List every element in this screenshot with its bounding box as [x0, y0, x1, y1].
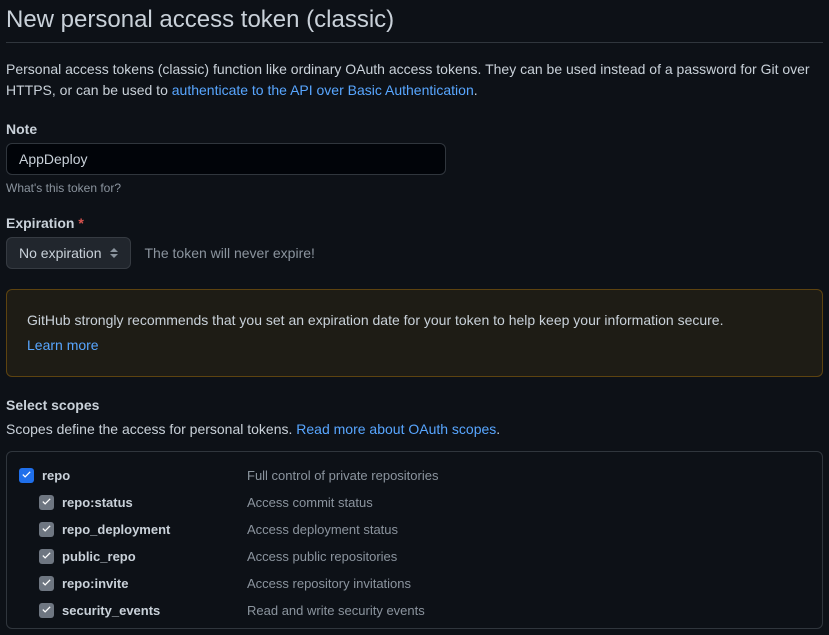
- expiration-inline-help: The token will never expire!: [145, 245, 315, 261]
- scopes-desc-text: Scopes define the access for personal to…: [6, 421, 296, 437]
- warning-text: GitHub strongly recommends that you set …: [27, 312, 723, 328]
- scope-name-security-events[interactable]: security_events: [62, 603, 247, 618]
- note-label: Note: [6, 121, 823, 137]
- scope-name-repo-invite[interactable]: repo:invite: [62, 576, 247, 591]
- scope-desc-repo: Full control of private repositories: [247, 468, 438, 483]
- expiration-group: Expiration * No expiration The token wil…: [6, 215, 823, 269]
- checkmark-icon: [41, 524, 52, 535]
- expiration-label-text: Expiration: [6, 215, 74, 231]
- intro-paragraph: Personal access tokens (classic) functio…: [6, 59, 823, 101]
- page-title: New personal access token (classic): [6, 6, 823, 43]
- note-group: Note What's this token for?: [6, 121, 823, 195]
- scope-name-repo-status[interactable]: repo:status: [62, 495, 247, 510]
- scope-row-repo-deployment: repo_deployment Access deployment status: [19, 516, 810, 543]
- select-chevron-icon: [110, 248, 118, 258]
- scope-checkbox-repo-invite[interactable]: [39, 576, 54, 591]
- scopes-desc-period: .: [496, 421, 500, 437]
- select-scopes-header: Select scopes: [6, 397, 823, 413]
- expiration-label: Expiration *: [6, 215, 823, 231]
- auth-api-link[interactable]: authenticate to the API over Basic Authe…: [172, 82, 474, 98]
- note-help: What's this token for?: [6, 181, 823, 195]
- scope-checkbox-repo-deployment[interactable]: [39, 522, 54, 537]
- scope-checkbox-repo-status[interactable]: [39, 495, 54, 510]
- scope-desc-repo-deployment: Access deployment status: [247, 522, 398, 537]
- scope-desc-repo-invite: Access repository invitations: [247, 576, 411, 591]
- checkmark-icon: [41, 578, 52, 589]
- checkmark-icon: [41, 497, 52, 508]
- scope-name-repo[interactable]: repo: [42, 468, 247, 483]
- scopes-box: repo Full control of private repositorie…: [6, 451, 823, 629]
- note-input[interactable]: [6, 143, 446, 175]
- scope-checkbox-public-repo[interactable]: [39, 549, 54, 564]
- checkmark-icon: [41, 551, 52, 562]
- select-scopes-desc: Scopes define the access for personal to…: [6, 421, 823, 437]
- required-asterisk: *: [78, 215, 83, 231]
- checkmark-icon: [41, 605, 52, 616]
- expiration-selected-value: No expiration: [19, 245, 102, 261]
- scope-desc-public-repo: Access public repositories: [247, 549, 397, 564]
- scope-row-repo-status: repo:status Access commit status: [19, 489, 810, 516]
- scope-desc-repo-status: Access commit status: [247, 495, 373, 510]
- expiration-warning: GitHub strongly recommends that you set …: [6, 289, 823, 377]
- scope-name-repo-deployment[interactable]: repo_deployment: [62, 522, 247, 537]
- scope-row-security-events: security_events Read and write security …: [19, 597, 810, 624]
- scope-row-public-repo: public_repo Access public repositories: [19, 543, 810, 570]
- scope-checkbox-repo[interactable]: [19, 468, 34, 483]
- scope-desc-security-events: Read and write security events: [247, 603, 425, 618]
- warning-learn-more-link[interactable]: Learn more: [27, 335, 99, 356]
- scope-row-repo-invite: repo:invite Access repository invitation…: [19, 570, 810, 597]
- scope-name-public-repo[interactable]: public_repo: [62, 549, 247, 564]
- expiration-select[interactable]: No expiration: [6, 237, 131, 269]
- intro-period: .: [474, 82, 478, 98]
- scope-checkbox-security-events[interactable]: [39, 603, 54, 618]
- oauth-scopes-link[interactable]: Read more about OAuth scopes: [296, 421, 496, 437]
- checkmark-icon: [21, 470, 32, 481]
- scope-row-repo: repo Full control of private repositorie…: [19, 462, 810, 489]
